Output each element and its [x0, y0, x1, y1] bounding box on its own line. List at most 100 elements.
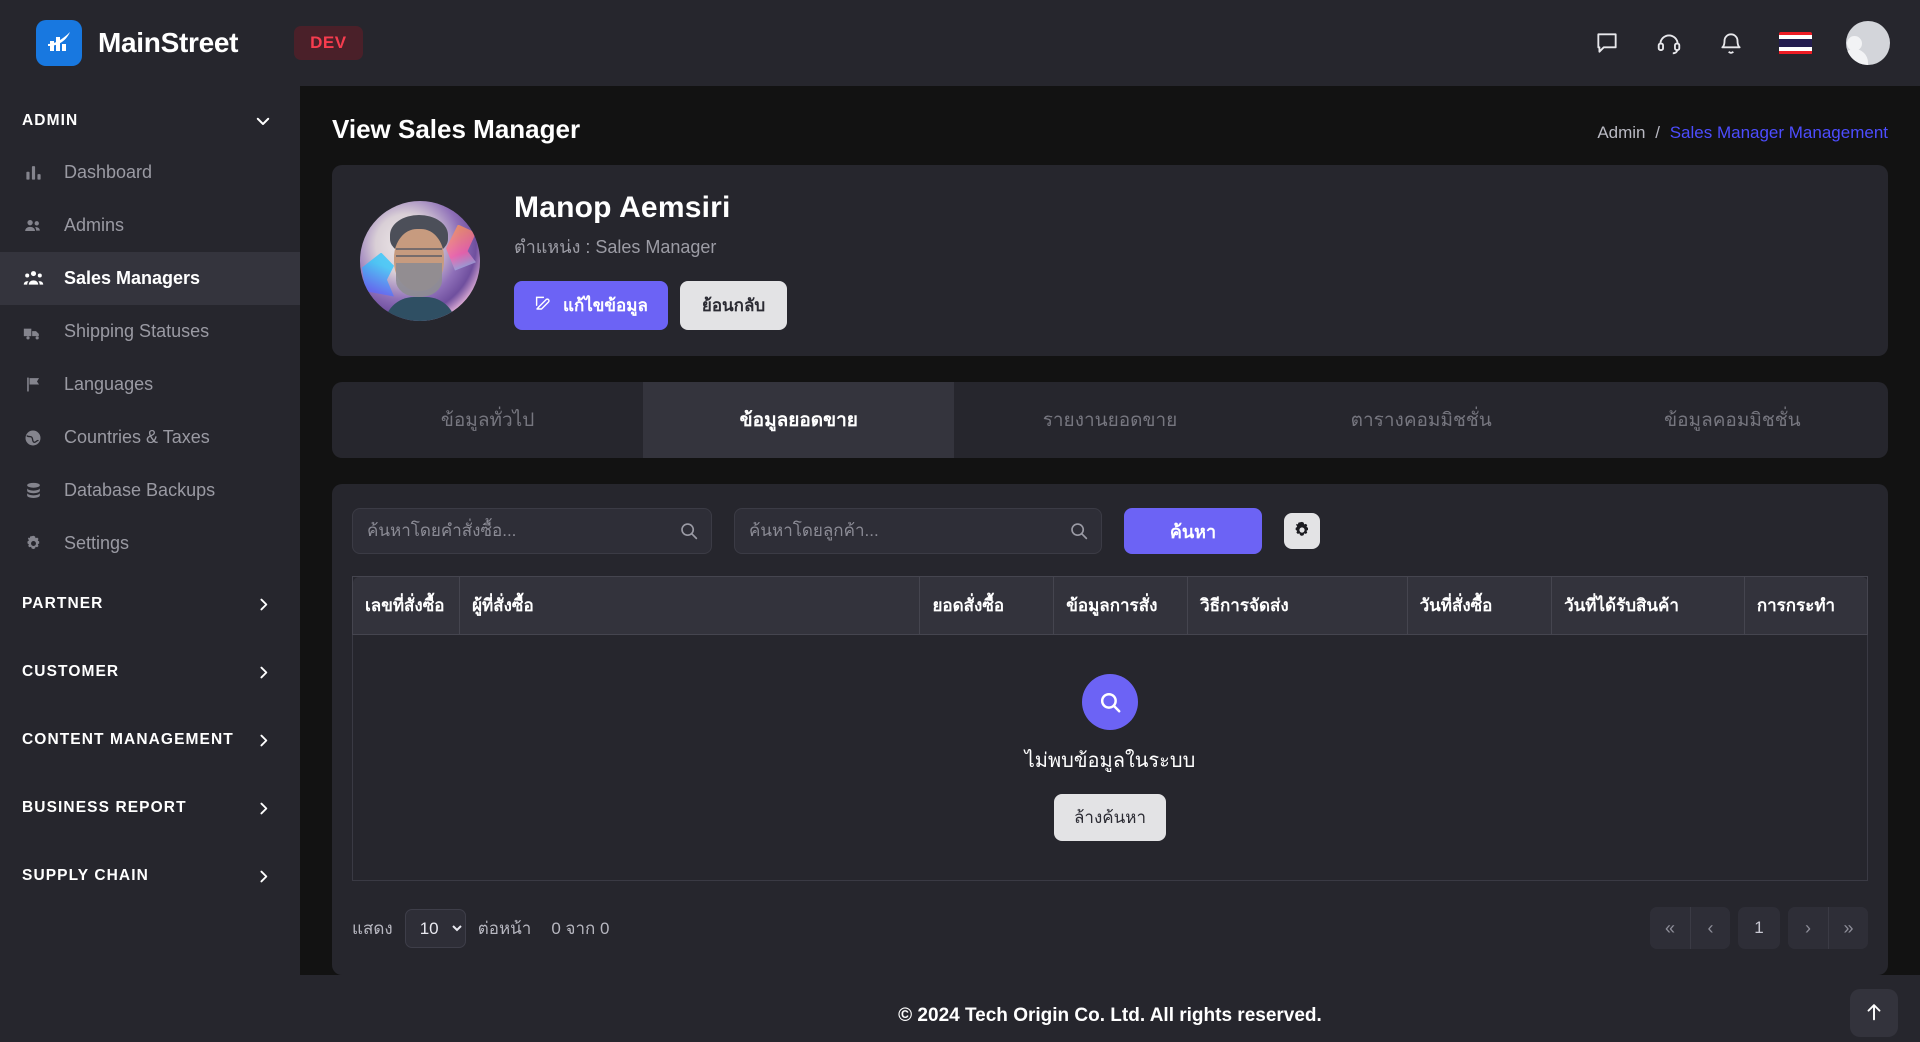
main-content: View Sales Manager Admin / Sales Manager… — [300, 86, 1920, 1042]
sidebar-group-admin[interactable]: ADMIN — [0, 90, 300, 146]
breadcrumb-separator: / — [1655, 123, 1660, 142]
clear-search-button[interactable]: ล้างค้นหา — [1053, 794, 1166, 841]
sidebar-group-partner-label: PARTNER — [22, 595, 104, 612]
brand-name: MainStreet — [98, 27, 239, 58]
sidebar-item-database-backups-label: Database Backups — [64, 480, 216, 500]
sidebar-group-content-management[interactable]: CONTENT MANAGEMENT — [0, 706, 300, 774]
sidebar-item-dashboard-label: Dashboard — [64, 162, 153, 182]
sidebar-item-admins[interactable]: Admins — [0, 199, 300, 252]
breadcrumb: Admin / Sales Manager Management — [1597, 123, 1888, 143]
sidebar-group-content-management-label: CONTENT MANAGEMENT — [22, 731, 234, 748]
profile-name: Manop Aemsiri — [514, 191, 731, 224]
profile-card: Manop Aemsiri ตำแหน่ง : Sales Manager แก… — [332, 165, 1888, 356]
table-head: เลขที่สั่งซื้อ ผู้ที่สั่งซื้อ ยอดสั่งซื้… — [351, 576, 1869, 635]
tab-general-info[interactable]: ข้อมูลทั่วไป — [332, 382, 643, 458]
sidebar-item-shipping-statuses[interactable]: Shipping Statuses — [0, 305, 300, 358]
notification-bell-icon[interactable] — [1717, 29, 1745, 57]
sidebar-item-languages[interactable]: Languages — [0, 358, 300, 411]
chevron-right-icon — [255, 664, 272, 681]
column-order-number: เลขที่สั่งซื้อ — [351, 576, 461, 635]
back-button[interactable]: ย้อนกลับ — [679, 281, 788, 330]
column-order-info: ข้อมูลการสั่ง — [1053, 576, 1189, 635]
footer-copyright: © 2024 Tech Origin Co. Ltd. All rights r… — [898, 1005, 1322, 1026]
sidebar-item-countries-taxes[interactable]: Countries & Taxes — [0, 411, 300, 464]
breadcrumb-current[interactable]: Sales Manager Management — [1670, 123, 1888, 142]
table-header-row: เลขที่สั่งซื้อ ผู้ที่สั่งซื้อ ยอดสั่งซื้… — [351, 576, 1869, 635]
double-chevron-right-icon[interactable]: » — [1828, 907, 1868, 949]
tab-commission-table[interactable]: ตารางคอมมิชชั่น — [1266, 382, 1577, 458]
avatar[interactable] — [1846, 21, 1890, 65]
footer: © 2024 Tech Origin Co. Ltd. All rights r… — [300, 975, 1920, 1042]
scroll-to-top-button[interactable] — [1850, 989, 1898, 1037]
edit-button[interactable]: แก้ไขข้อมูล — [514, 281, 668, 330]
pagination-per-page-suffix: ต่อหน้า — [477, 918, 532, 938]
chevron-right-icon — [255, 596, 272, 613]
thailand-flag-icon[interactable] — [1779, 31, 1812, 55]
top-bar: MainStreet DEV — [0, 0, 1920, 86]
sidebar-group-business-report[interactable]: BUSINESS REPORT — [0, 774, 300, 842]
globe-icon — [22, 428, 44, 448]
table-empty-row: ไม่พบข้อมูลในระบบ ล้างค้นหา — [352, 634, 1868, 881]
gear-icon — [22, 534, 44, 553]
search-icon — [678, 520, 699, 546]
profile-info: Manop Aemsiri ตำแหน่ง : Sales Manager แก… — [514, 191, 788, 330]
arrow-up-icon — [1863, 1001, 1885, 1026]
sidebar-item-settings-label: Settings — [64, 533, 130, 553]
tab-sales-report[interactable]: รายงานยอดขาย — [954, 382, 1265, 458]
column-received-date: วันที่ได้รับสินค้า — [1551, 576, 1745, 635]
search-icon — [1068, 520, 1089, 546]
body-split: ADMIN Dashboard Admins Sales Managers Sh… — [0, 86, 1920, 1042]
pagination-prev-group: « ‹ — [1650, 907, 1730, 949]
per-page-select[interactable]: 10 — [404, 908, 466, 948]
sidebar: ADMIN Dashboard Admins Sales Managers Sh… — [0, 86, 300, 1042]
sidebar-group-customer-label: CUSTOMER — [22, 663, 120, 680]
sidebar-group-customer[interactable]: CUSTOMER — [0, 638, 300, 706]
chevron-right-icon[interactable]: › — [1788, 907, 1828, 949]
edit-button-label: แก้ไขข้อมูล — [563, 296, 648, 315]
truck-icon — [22, 322, 44, 342]
customer-search-input[interactable] — [734, 508, 1102, 554]
database-icon — [22, 481, 44, 500]
sidebar-item-admins-label: Admins — [64, 215, 125, 235]
search-icon — [1082, 674, 1138, 730]
sidebar-item-shipping-statuses-label: Shipping Statuses — [64, 321, 210, 341]
users-icon — [22, 216, 44, 236]
sidebar-item-database-backups[interactable]: Database Backups — [0, 464, 300, 517]
pagination-show-label: แสดง — [352, 918, 393, 938]
page-number-1[interactable]: 1 — [1738, 907, 1780, 949]
top-actions — [1593, 21, 1890, 65]
column-orderer: ผู้ที่สั่งซื้อ — [459, 576, 921, 635]
sidebar-group-business-report-label: BUSINESS REPORT — [22, 799, 187, 816]
sidebar-item-dashboard[interactable]: Dashboard — [0, 146, 300, 199]
main-scroll: View Sales Manager Admin / Sales Manager… — [300, 86, 1920, 975]
sidebar-item-settings[interactable]: Settings — [0, 517, 300, 570]
sidebar-group-supply-chain[interactable]: SUPPLY CHAIN — [0, 842, 300, 910]
support-headset-icon[interactable] — [1655, 29, 1683, 57]
edit-pencil-icon — [534, 294, 552, 317]
chat-icon[interactable] — [1593, 29, 1621, 57]
app-root: MainStreet DEV ADMIN Dashboard Admins Sa… — [0, 0, 1920, 1042]
chevron-right-icon — [255, 800, 272, 817]
brand[interactable]: MainStreet DEV — [36, 20, 363, 66]
table-settings-button[interactable] — [1284, 513, 1320, 549]
search-button[interactable]: ค้นหา — [1124, 508, 1262, 554]
pagination: แสดง 10 ต่อหน้า 0 จาก 0 « ‹ 1 › » — [352, 907, 1868, 949]
page-header: View Sales Manager Admin / Sales Manager… — [320, 86, 1900, 165]
sidebar-item-sales-managers-label: Sales Managers — [64, 268, 201, 288]
sidebar-item-sales-managers[interactable]: Sales Managers — [0, 252, 300, 305]
sidebar-item-countries-taxes-label: Countries & Taxes — [64, 427, 210, 447]
pagination-count: 0 จาก 0 — [551, 918, 610, 938]
dev-badge: DEV — [294, 26, 363, 60]
order-search-input[interactable] — [352, 508, 712, 554]
search-row: ค้นหา — [352, 508, 1868, 554]
chevron-down-icon — [254, 112, 272, 130]
sidebar-group-partner[interactable]: PARTNER — [0, 570, 300, 638]
pagination-next-group: › » — [1788, 907, 1868, 949]
profile-photo — [360, 200, 480, 321]
chevron-left-icon[interactable]: ‹ — [1690, 907, 1730, 949]
customer-search-box — [734, 508, 1102, 554]
tab-commission-info[interactable]: ข้อมูลคอมมิชชั่น — [1577, 382, 1888, 458]
sidebar-item-languages-label: Languages — [64, 374, 154, 394]
double-chevron-left-icon[interactable]: « — [1650, 907, 1690, 949]
tab-sales-data[interactable]: ข้อมูลยอดขาย — [643, 382, 955, 458]
